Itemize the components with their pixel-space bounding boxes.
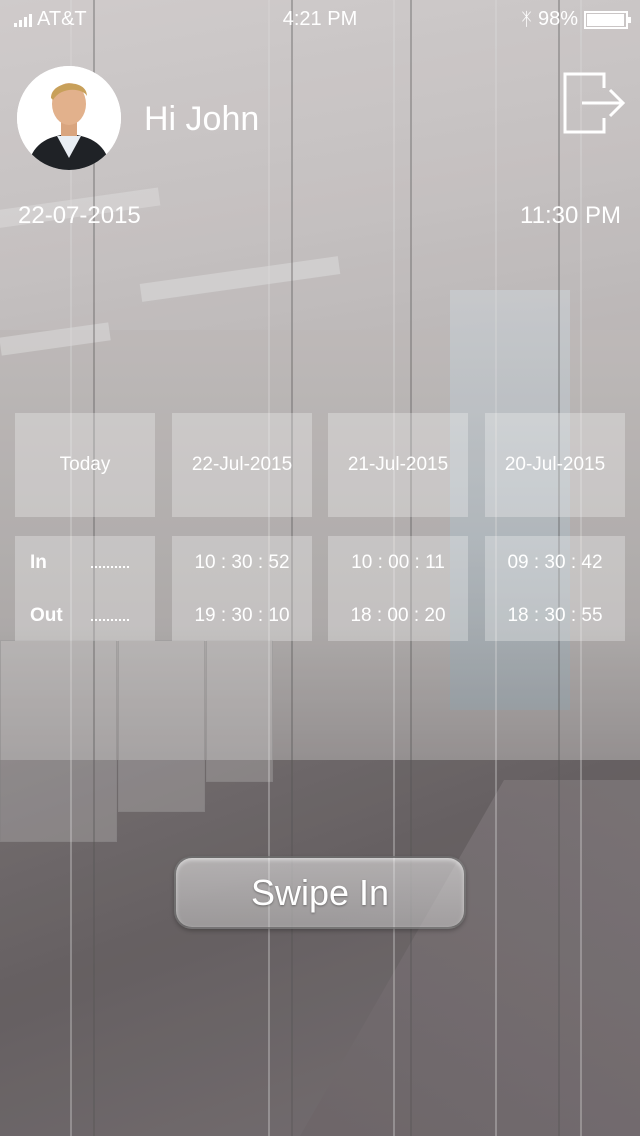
battery-percent: 98% bbox=[537, 8, 578, 30]
current-date: 22-07-2015 bbox=[18, 202, 141, 229]
greeting: Hi John bbox=[144, 100, 260, 138]
column-body: 09 : 30 : 42 18 : 30 : 55 bbox=[485, 536, 625, 641]
column-header: Today bbox=[15, 413, 155, 517]
bluetooth-icon: ᛡ bbox=[521, 9, 532, 29]
column-body: 10 : 00 : 11 18 : 00 : 20 bbox=[328, 536, 468, 641]
in-label: In bbox=[30, 552, 47, 573]
column-header: 22-Jul-2015 bbox=[172, 413, 312, 517]
attendance-column-day[interactable]: 22-Jul-2015 10 : 30 : 52 19 : 30 : 10 bbox=[172, 413, 312, 641]
column-header: 20-Jul-2015 bbox=[485, 413, 625, 517]
out-label: Out bbox=[30, 605, 63, 626]
attendance-table: Today In Out 22-Jul-2015 10 : 30 : 52 19… bbox=[15, 413, 625, 641]
in-placeholder-dots bbox=[91, 566, 129, 568]
column-body: 10 : 30 : 52 19 : 30 : 10 bbox=[172, 536, 312, 641]
out-placeholder-dots bbox=[91, 619, 129, 621]
out-time: 19 : 30 : 10 bbox=[194, 605, 290, 626]
column-body: In Out bbox=[15, 536, 155, 641]
in-time: 10 : 00 : 11 bbox=[351, 552, 445, 573]
column-header: 21-Jul-2015 bbox=[328, 413, 468, 517]
out-time: 18 : 00 : 20 bbox=[350, 605, 446, 626]
status-bar: AT&T 4:21 PM ᛡ 98% bbox=[0, 0, 640, 40]
current-time: 11:30 PM bbox=[520, 202, 621, 229]
user-avatar-icon bbox=[17, 66, 121, 170]
attendance-column-day[interactable]: 20-Jul-2015 09 : 30 : 42 18 : 30 : 55 bbox=[485, 413, 625, 641]
logout-button[interactable] bbox=[562, 70, 628, 136]
avatar[interactable] bbox=[17, 66, 121, 170]
battery-icon bbox=[584, 10, 631, 29]
attendance-column-today[interactable]: Today In Out bbox=[15, 413, 155, 641]
in-time: 10 : 30 : 52 bbox=[194, 552, 290, 573]
attendance-column-day[interactable]: 21-Jul-2015 10 : 00 : 11 18 : 00 : 20 bbox=[328, 413, 468, 641]
swipe-in-button[interactable]: Swipe In bbox=[174, 856, 466, 929]
logout-icon bbox=[563, 72, 626, 134]
out-time: 18 : 30 : 55 bbox=[507, 605, 603, 626]
in-time: 09 : 30 : 42 bbox=[507, 552, 603, 573]
status-right: ᛡ 98% bbox=[521, 8, 631, 31]
